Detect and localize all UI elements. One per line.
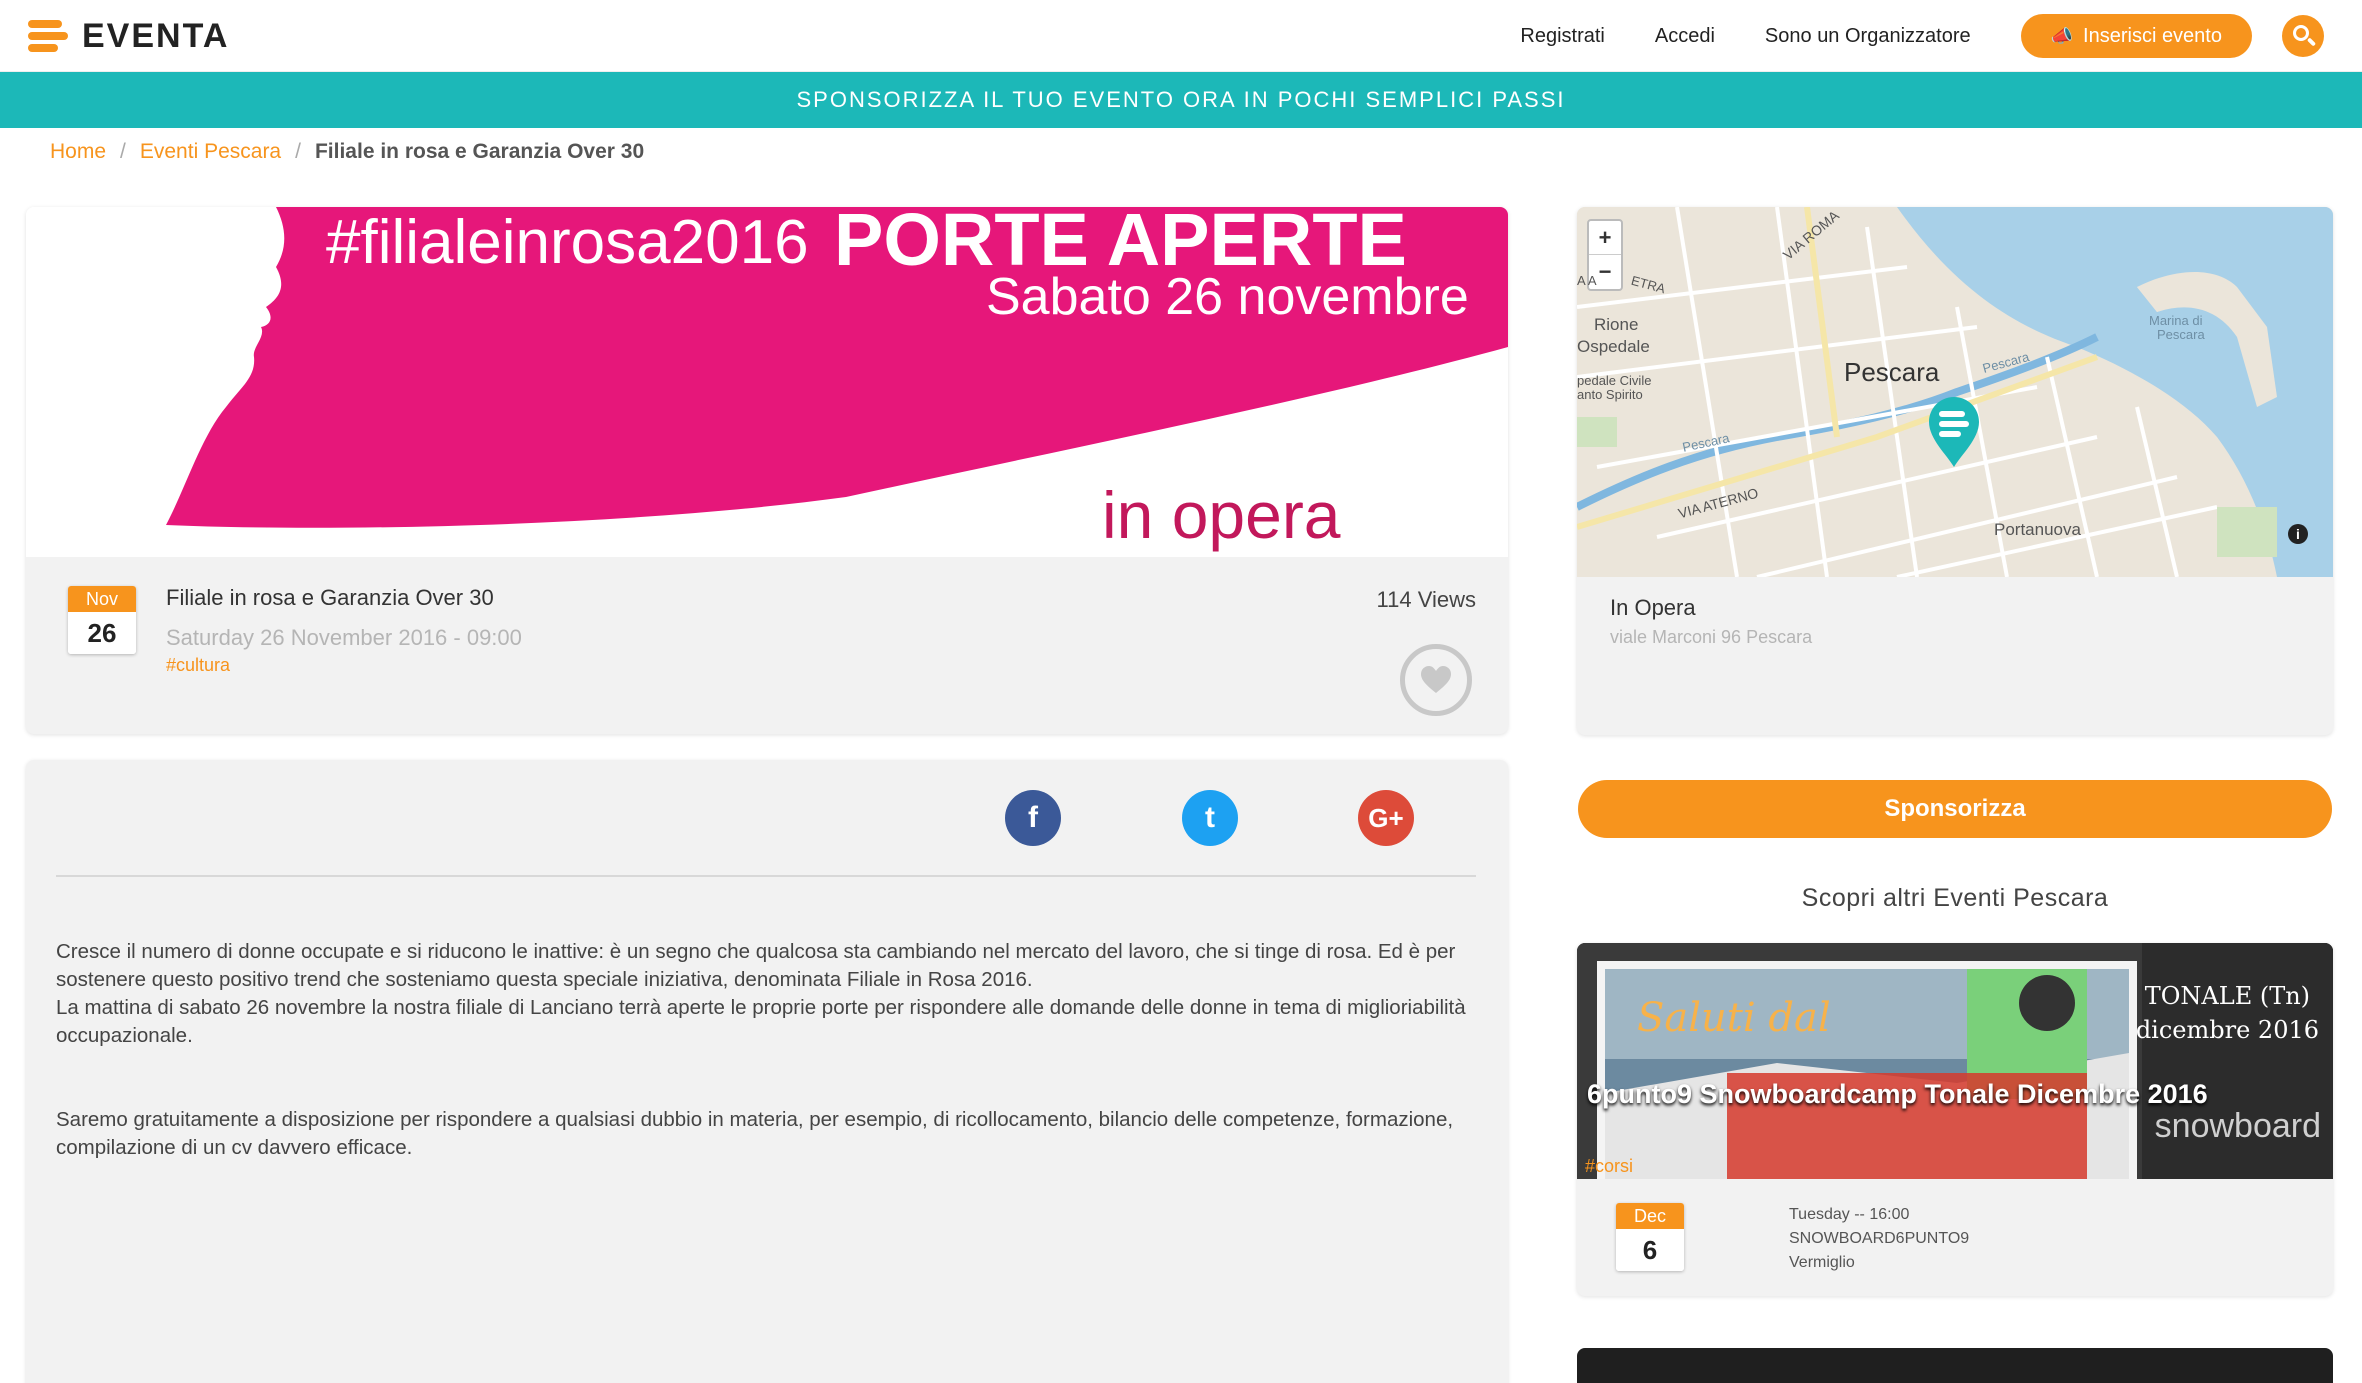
related-event-time: Tuesday -- 16:00 (1789, 1206, 1910, 1223)
register-link[interactable]: Registrati (1520, 25, 1604, 48)
event-card: #filialeinrosa2016 PORTE APERTE Sabato 2… (26, 207, 1508, 734)
image-venue-line: in opera (1102, 478, 1341, 552)
map-label: Portanuova (1994, 520, 2081, 539)
event-date-badge: Nov 26 (68, 586, 136, 654)
related-event-details: Tuesday -- 16:00 SNOWBOARD6PUNTO9 Vermig… (1789, 1203, 1969, 1275)
login-link[interactable]: Accedi (1655, 25, 1715, 48)
map-pin-graphic (1929, 397, 1979, 467)
zoom-in-button[interactable]: + (1589, 221, 1621, 255)
favorite-button[interactable] (1400, 644, 1472, 716)
event-date-day: 26 (68, 612, 136, 654)
map-info-icon[interactable]: i (2288, 524, 2308, 544)
map-label: anto Spirito (1577, 387, 1643, 402)
map-label: A A (1577, 273, 1597, 288)
breadcrumb-home[interactable]: Home (50, 140, 106, 164)
related-event-organizer: SNOWBOARD6PUNTO9 (1789, 1230, 1970, 1247)
map-label: Ospedale (1577, 337, 1650, 356)
related-event-tag[interactable]: #corsi (1585, 1156, 1633, 1177)
image-date-line: Sabato 26 novembre (986, 268, 1469, 326)
breadcrumb-separator: / (295, 140, 301, 163)
event-image: #filialeinrosa2016 PORTE APERTE Sabato 2… (26, 207, 1508, 557)
top-nav: Registrati Accedi Sono un Organizzatore … (1520, 0, 2362, 72)
map-label: Pescara (2157, 327, 2205, 342)
heart-icon (1421, 666, 1451, 693)
megaphone-icon: 📣 (2050, 25, 2074, 46)
related-image-snowboard: snowboard (2154, 1107, 2321, 1145)
related-event-title[interactable]: 6punto9 Snowboardcamp Tonale Dicembre 20… (1587, 1079, 2208, 1110)
related-event-card[interactable]: Saluti dal TONALE (Tn) dicembre 2016 sno… (1577, 943, 2333, 1296)
map-card: + − VIA ROMA ETRA A A Rione Ospedale ped… (1577, 207, 2333, 735)
twitter-icon: t (1205, 801, 1215, 834)
description-text: Cresce il numero di donne occupate e si … (56, 938, 1486, 1162)
twitter-share-button[interactable]: t (1182, 790, 1238, 846)
eventa-logo-icon (26, 14, 70, 58)
related-event-card-next[interactable] (1577, 1348, 2333, 1383)
logo[interactable]: EVENTA (26, 14, 229, 58)
breadcrumb: Home / Eventi Pescara / Filiale in rosa … (50, 140, 644, 164)
facebook-icon: f (1028, 801, 1038, 834)
related-date-day: 6 (1616, 1229, 1684, 1271)
search-button[interactable] (2282, 15, 2324, 57)
description-divider (56, 875, 1476, 877)
sponsor-button[interactable]: Sponsorizza (1578, 780, 2332, 838)
related-date-month: Dec (1616, 1203, 1684, 1229)
related-image-script: Saluti dal (1637, 995, 1831, 1041)
location-map[interactable]: + − VIA ROMA ETRA A A Rione Ospedale ped… (1577, 207, 2333, 577)
map-graphic (1577, 207, 2333, 577)
map-label: Marina di (2149, 313, 2203, 328)
breadcrumb-separator: / (120, 140, 126, 163)
related-place-line: TONALE (Tn) (2144, 982, 2311, 1010)
organizer-link[interactable]: Sono un Organizzatore (1765, 25, 1971, 48)
insert-event-button[interactable]: 📣 Inserisci evento (2020, 14, 2252, 58)
description-paragraph: La mattina di sabato 26 novembre la nost… (56, 996, 1466, 1047)
other-events-title: Scopri altri Eventi Pescara (1801, 884, 2109, 912)
related-event-image: Saluti dal TONALE (Tn) dicembre 2016 sno… (1577, 943, 2333, 1179)
google-plus-icon: G+ (1368, 802, 1404, 833)
map-label: Rione (1594, 315, 1639, 334)
insert-event-label: Inserisci evento (2083, 24, 2222, 47)
description-paragraph: Saremo gratuitamente a disposizione per … (56, 1108, 1454, 1159)
event-title: Filiale in rosa e Garanzia Over 30 (166, 585, 494, 610)
related-place-line: dicembre 2016 (2135, 1016, 2319, 1044)
breadcrumb-current: Filiale in rosa e Garanzia Over 30 (314, 140, 645, 163)
map-city-label: Pescara (1844, 357, 1940, 387)
map-label: pedale Civile (1577, 373, 1652, 388)
site-header: EVENTA Registrati Accedi Sono un Organiz… (0, 0, 2362, 72)
description-card: f t G+ Cresce il numero di donne occupat… (26, 760, 1508, 1383)
related-place: TONALE (Tn) dicembre 2016 (2136, 979, 2319, 1047)
event-views: 114 Views (1376, 587, 1476, 612)
venue-address: viale Marconi 96 Pescara (1610, 627, 1813, 647)
related-event-location: Vermiglio (1789, 1254, 1855, 1271)
event-tag[interactable]: #cultura (166, 655, 230, 676)
sponsor-banner[interactable]: SPONSORIZZA IL TUO EVENTO ORA IN POCHI S… (0, 72, 2362, 128)
logo-text: EVENTA (82, 16, 230, 55)
google-plus-share-button[interactable]: G+ (1358, 790, 1414, 846)
description-paragraph: Cresce il numero di donne occupate e si … (56, 940, 1456, 991)
venue-name: In Opera (1610, 595, 1696, 620)
image-hashtag: #filialeinrosa2016 (326, 208, 809, 277)
event-date-month: Nov (68, 586, 136, 612)
breadcrumb-category[interactable]: Eventi Pescara (140, 140, 281, 164)
event-datetime: Saturday 26 November 2016 - 09:00 (166, 625, 522, 650)
related-date-badge: Dec 6 (1616, 1203, 1684, 1271)
facebook-share-button[interactable]: f (1005, 790, 1061, 846)
